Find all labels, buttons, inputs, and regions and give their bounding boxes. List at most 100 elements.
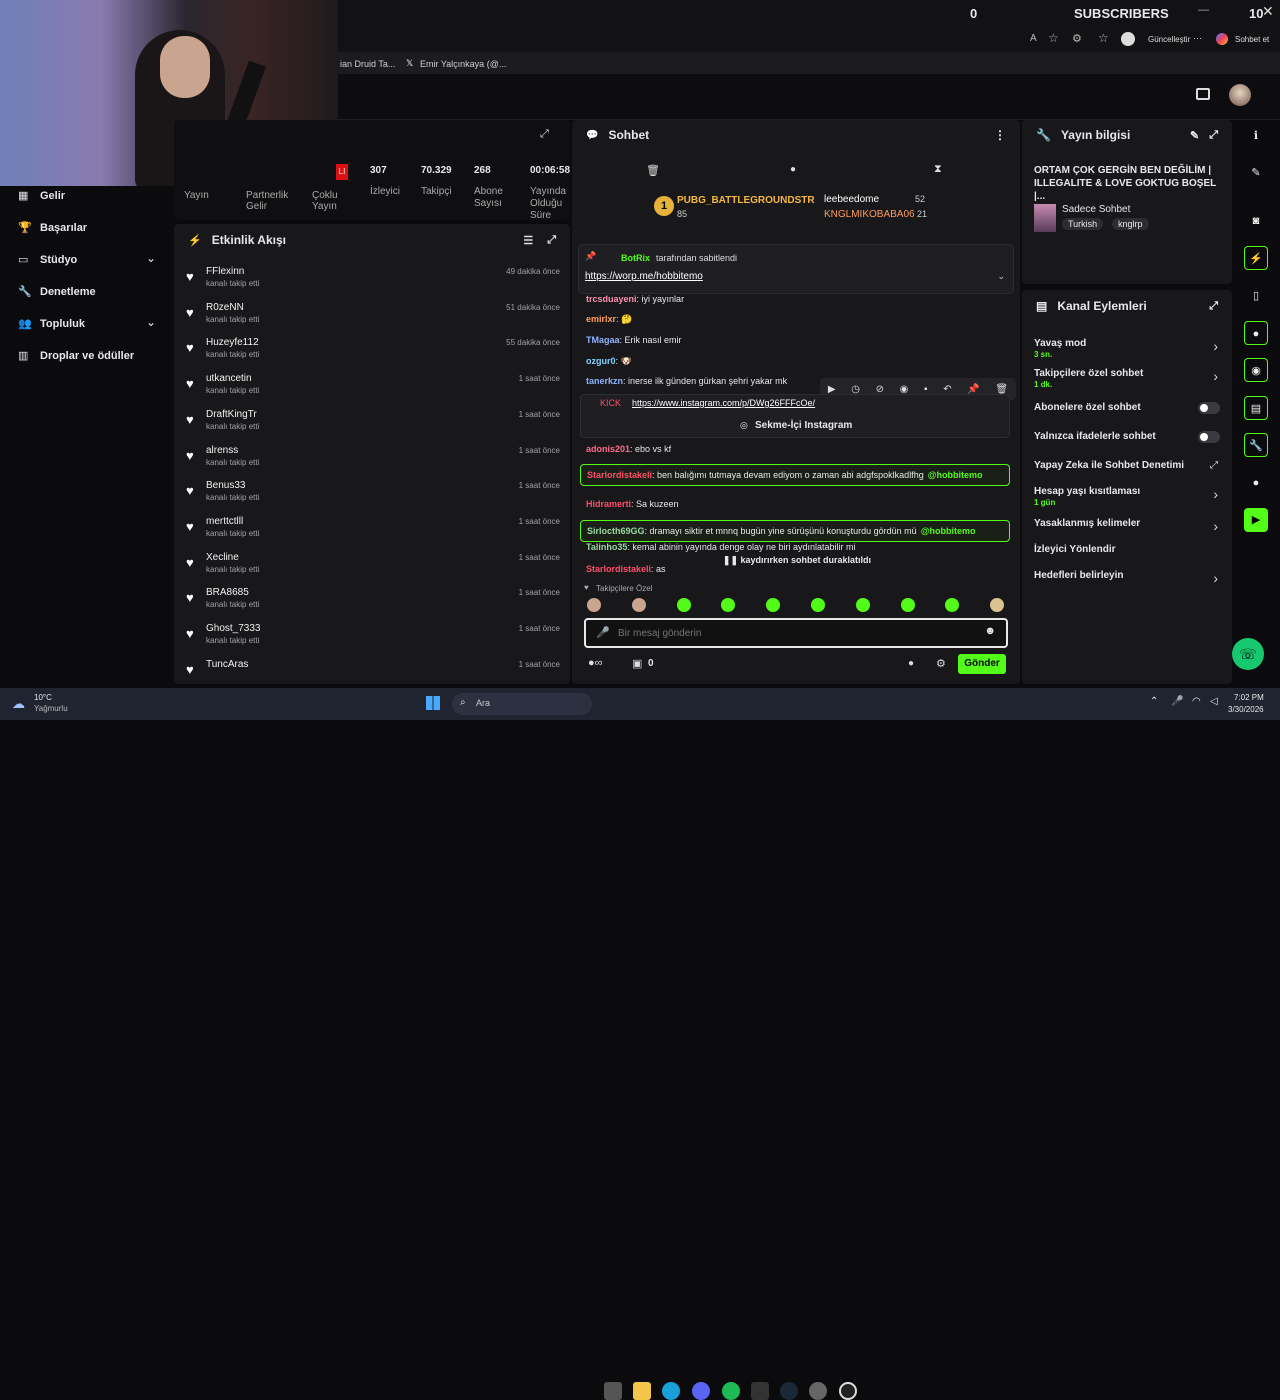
chat-username[interactable]: Starlordistakeli (586, 564, 651, 574)
chevron-right-icon[interactable]: › (1213, 368, 1218, 384)
files-icon[interactable] (604, 1382, 622, 1400)
emote-icon[interactable] (990, 598, 1005, 612)
clock-date[interactable]: 3/30/2026 (1228, 705, 1264, 714)
chat-message[interactable]: Hidramerti: Sa kuzeen (586, 499, 679, 509)
sidebar-item[interactable]: 🏆 Başarılar (0, 218, 172, 242)
hourglass-icon[interactable]: ⧗ (934, 163, 942, 176)
bookmark-item[interactable]: ian Druid Ta... (340, 59, 395, 69)
channel-action-item[interactable]: Hedefleri belirleyin › (1022, 568, 1232, 592)
channel-action-item[interactable]: Takipçilere özel sohbet 1 dk. › (1022, 366, 1232, 390)
chat-username[interactable]: Hidramerti (586, 499, 631, 509)
activity-item[interactable]: ♥ R0zeNN kanalı takip etti 51 dakika önce (186, 302, 560, 336)
play-icon[interactable]: ▶ (828, 384, 836, 395)
chat-message[interactable]: adonis201: ebo vs kf (586, 444, 671, 454)
microphone-icon[interactable]: 🎤 (596, 626, 610, 639)
sidebar-item[interactable]: ▭ Stüdyo ⌄ (0, 250, 172, 274)
mention[interactable]: @hobbitemo (928, 470, 983, 480)
copilot-icon[interactable] (1216, 33, 1228, 45)
activity-item[interactable]: ♥ utkancetin kanalı takip etti 1 saat önce (186, 373, 560, 407)
channel-action-item[interactable]: Hesap yaşı kısıtlaması 1 gün › (1022, 484, 1232, 508)
activity-item[interactable]: ♥ Benus33 kanalı takip etti 1 saat önce (186, 480, 560, 514)
taskbar-search[interactable]: ⌕ Ara (452, 693, 592, 715)
pencil-icon[interactable]: ✎ (1244, 161, 1268, 185)
chevron-up-icon[interactable]: ⌃ (1150, 696, 1158, 707)
instagram-user[interactable]: KICK (600, 398, 621, 408)
users-infinity-icon[interactable]: ●∞ (588, 657, 603, 669)
trash-icon[interactable]: 🗑 (995, 384, 1008, 395)
address-bar[interactable] (340, 30, 1100, 50)
chat-message[interactable]: trcsduayeni: iyi yayınlar (586, 294, 684, 304)
channel-action-item[interactable]: İzleyici Yönlendir (1022, 542, 1232, 566)
chat-username[interactable]: Starlordistakeli (587, 470, 652, 480)
sidebar-item[interactable]: 🔧 Denetleme (0, 282, 172, 306)
camera-icon[interactable]: ◙ (1244, 209, 1268, 233)
tag-badge[interactable]: knglrp (1112, 218, 1149, 230)
emote-icon[interactable] (766, 598, 781, 612)
follower-name[interactable]: R0zeNN (206, 302, 244, 313)
media-icon[interactable]: ▶ (1244, 508, 1268, 532)
actions-icon[interactable]: ▤ (1244, 396, 1268, 420)
users-icon[interactable]: ● (1244, 471, 1268, 495)
chat-username[interactable]: ozgur0 (586, 356, 616, 366)
filter-icon[interactable]: ☰ (523, 234, 533, 247)
chat-username[interactable]: Sirlocth69GG (587, 526, 645, 536)
document-icon[interactable]: ▯ (1244, 284, 1268, 308)
edge-icon[interactable] (662, 1382, 680, 1400)
paused-banner[interactable]: ❚❚ kaydırırken sohbet duraklatıldı (712, 552, 882, 568)
leaderboard-name[interactable]: PUBG_BATTLEGROUNDSTR (677, 195, 815, 206)
follower-name[interactable]: utkancetin (206, 373, 252, 384)
popout-icon[interactable]: ⤢ (540, 128, 549, 141)
activity-item[interactable]: ♥ TuncAras 1 saat önce (186, 659, 560, 684)
profile-icon[interactable] (1121, 32, 1135, 46)
bookmark-item[interactable]: Emir Yalçınkaya (@... (420, 59, 506, 69)
update-button[interactable]: Güncelleştir (1148, 35, 1190, 44)
category-name[interactable]: Sadece Sohbet (1062, 204, 1130, 215)
settings-icon[interactable] (809, 1382, 827, 1400)
follower-name[interactable]: DraftKingTr (206, 409, 257, 420)
support-icon[interactable]: ☏ (1232, 638, 1264, 670)
timeout-icon[interactable]: ◷ (851, 384, 860, 395)
emote-icon[interactable] (587, 598, 601, 612)
discord-icon[interactable] (692, 1382, 710, 1400)
terminal-icon[interactable] (751, 1382, 769, 1400)
broadcast-icon[interactable]: ◉ (1244, 358, 1268, 382)
follower-name[interactable]: TuncAras (206, 659, 248, 670)
chevron-right-icon[interactable]: › (1213, 518, 1218, 534)
edit-icon[interactable]: ✎ (1190, 129, 1199, 142)
extensions-icon[interactable]: ⚙ (1072, 32, 1082, 45)
channel-action-item[interactable]: Abonelere özel sohbet (1022, 400, 1232, 424)
chat-input[interactable] (618, 625, 958, 641)
toggle-switch[interactable] (1198, 402, 1220, 414)
follower-name[interactable]: Benus33 (206, 480, 245, 491)
read-aloud-icon[interactable]: A (1030, 33, 1037, 44)
chat-icon[interactable]: ● (790, 164, 796, 175)
gift-icon[interactable]: ▣ (632, 657, 642, 670)
wrench-icon[interactable]: 🔧 (1244, 433, 1268, 457)
folder-icon[interactable] (633, 1382, 651, 1400)
activity-item[interactable]: ♥ BRA8685 kanalı takip etti 1 saat önce (186, 587, 560, 621)
emote-icon[interactable] (945, 598, 960, 612)
pin-icon[interactable]: 📌 (967, 384, 979, 395)
chat-input-box[interactable]: 🎤 ☻ (584, 618, 1008, 648)
chat-message[interactable]: ozgur0: 🐶 (586, 356, 632, 367)
activity-item[interactable]: ♥ FFlexinn kanalı takip etti 49 dakika önce (186, 266, 560, 300)
avatar[interactable] (1229, 84, 1251, 106)
ban-icon[interactable]: ⊘ (876, 384, 884, 395)
chevron-down-icon[interactable]: ⌄ (997, 271, 1005, 282)
sidebar-item[interactable]: ▦ Gelir (0, 186, 172, 210)
pinned-message[interactable]: 📌 BotRix tarafından sabitlendi https://w… (578, 244, 1014, 294)
chat-message[interactable]: Starlordistakeli: as (586, 564, 666, 574)
popout-icon[interactable]: ⤢ (547, 234, 556, 247)
follower-name[interactable]: Ghost_7333 (206, 623, 261, 634)
follower-name[interactable]: alrenss (206, 445, 238, 456)
studio-mode-icon[interactable] (1196, 88, 1210, 100)
tag-badge[interactable]: Turkish (1062, 218, 1104, 230)
activity-item[interactable]: ♥ Xecline kanalı takip etti 1 saat önce (186, 552, 560, 586)
follower-name[interactable]: FFlexinn (206, 266, 244, 277)
chevron-right-icon[interactable]: › (1213, 338, 1218, 354)
emote-icon[interactable] (676, 598, 691, 612)
chat-username[interactable]: Talinho35 (586, 542, 627, 552)
follower-name[interactable]: merttctlll (206, 516, 243, 527)
sidebar-item[interactable]: ▥ Droplar ve ödüller (0, 346, 172, 370)
emote-icon[interactable] (721, 598, 736, 612)
